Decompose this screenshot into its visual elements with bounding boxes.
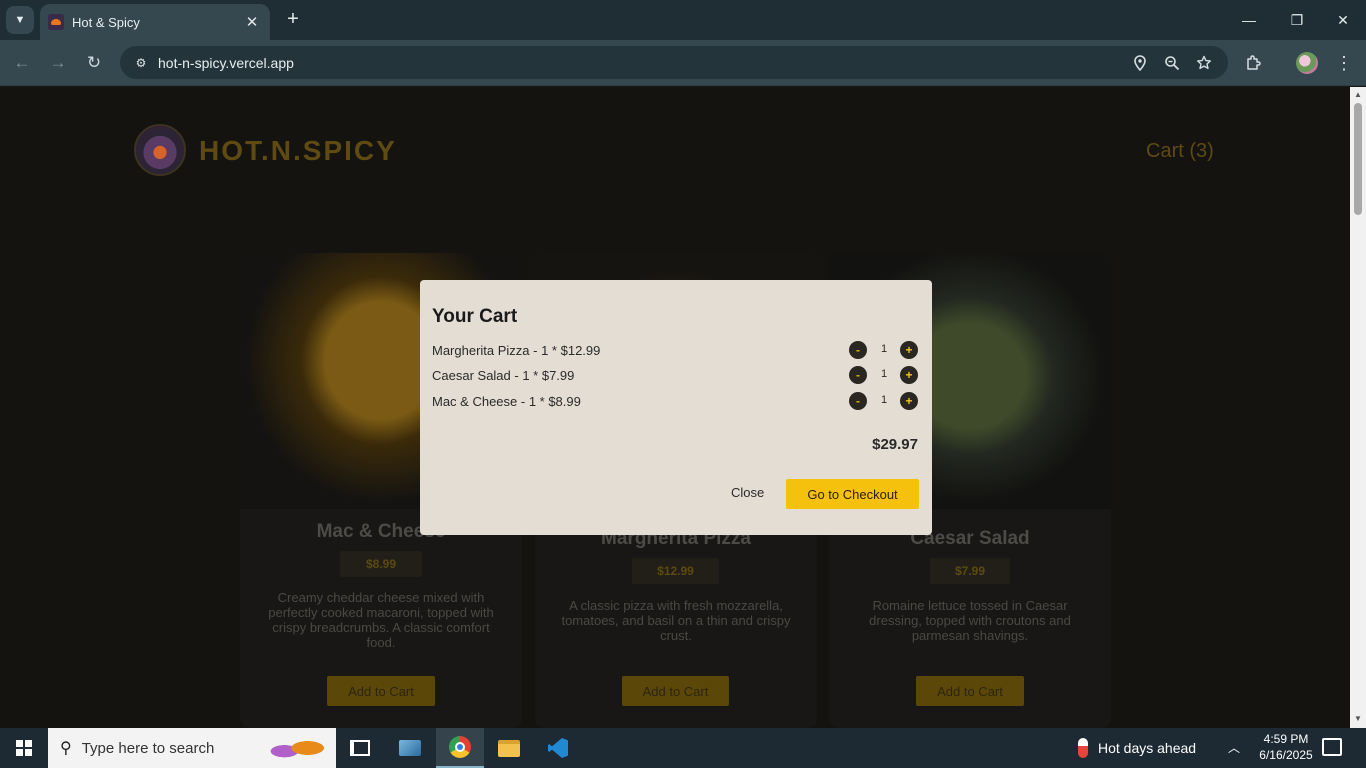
weather-text: Hot days ahead xyxy=(1098,740,1197,756)
decrease-quantity-button[interactable]: - xyxy=(849,366,867,384)
browser-menu-icon[interactable]: ⋮ xyxy=(1333,52,1355,74)
chrome-icon xyxy=(449,736,471,758)
scroll-up-arrow-icon[interactable]: ▲ xyxy=(1354,91,1362,99)
extensions-puzzle-icon[interactable] xyxy=(1243,52,1265,74)
increase-quantity-button[interactable]: + xyxy=(900,341,918,359)
taskbar-search-box[interactable]: ⚲ Type here to search xyxy=(48,728,336,768)
checkout-button[interactable]: Go to Checkout xyxy=(786,479,919,509)
quantity-value: 1 xyxy=(880,343,888,355)
increase-quantity-button[interactable]: + xyxy=(900,392,918,410)
taskbar-app-file-explorer[interactable] xyxy=(485,728,533,768)
search-icon: ⚲ xyxy=(60,740,72,757)
increase-quantity-button[interactable]: + xyxy=(900,366,918,384)
price-badge: $12.99 xyxy=(632,558,719,584)
bookmark-star-icon[interactable] xyxy=(1194,53,1214,73)
add-to-cart-button[interactable]: Add to Cart xyxy=(916,676,1024,706)
address-bar[interactable]: ⚙ hot-n-spicy.vercel.app xyxy=(120,46,1228,79)
zoom-icon[interactable] xyxy=(1162,53,1182,73)
new-tab-button[interactable]: + xyxy=(282,8,304,30)
notification-icon[interactable] xyxy=(1322,738,1342,756)
taskbar-app-chrome[interactable] xyxy=(436,728,484,768)
minimize-button[interactable]: — xyxy=(1226,6,1272,34)
tab-close-icon[interactable]: ✕ xyxy=(244,13,260,31)
site-favicon-icon xyxy=(48,14,64,30)
decrease-quantity-button[interactable]: - xyxy=(849,341,867,359)
taskbar-app-vscode[interactable] xyxy=(534,728,582,768)
modal-title: Your Cart xyxy=(432,306,518,327)
window-close-button[interactable]: ✕ xyxy=(1320,6,1366,34)
profile-avatar[interactable] xyxy=(1296,52,1318,74)
cart-item-row: Mac & Cheese - 1 * $8.99 - 1 + xyxy=(432,392,920,412)
add-to-cart-button[interactable]: Add to Cart xyxy=(327,676,435,706)
card-description: Creamy cheddar cheese mixed with perfect… xyxy=(268,590,494,650)
browser-tab[interactable]: Hot & Spicy ✕ xyxy=(40,4,270,40)
tray-chevron-up-icon[interactable]: ︿ xyxy=(1228,739,1240,756)
back-arrow-icon[interactable]: ← xyxy=(9,50,35,76)
brand-name[interactable]: HOT.N.SPICY xyxy=(199,135,397,167)
weather-widget[interactable]: Hot days ahead xyxy=(1078,728,1196,768)
quantity-value: 1 xyxy=(880,368,888,380)
thermometer-icon xyxy=(1078,738,1088,758)
cart-item-text: Margherita Pizza - 1 * $12.99 xyxy=(432,343,601,358)
close-button[interactable]: Close xyxy=(731,485,764,500)
cart-item-row: Margherita Pizza - 1 * $12.99 - 1 + xyxy=(432,341,920,361)
butterfly-highlight-icon xyxy=(270,732,328,764)
clock-date: 6/16/2025 xyxy=(1259,748,1313,762)
file-explorer-icon xyxy=(498,739,520,757)
cart-item-text: Mac & Cheese - 1 * $8.99 xyxy=(432,394,581,409)
page-scrollbar[interactable]: ▲ ▼ xyxy=(1350,87,1366,728)
site-info-icon[interactable]: ⚙ xyxy=(132,54,150,72)
card-description: A classic pizza with fresh mozzarella, t… xyxy=(561,598,791,643)
tab-title: Hot & Spicy xyxy=(72,14,140,30)
scrollbar-thumb[interactable] xyxy=(1354,103,1362,215)
cart-item-row: Caesar Salad - 1 * $7.99 - 1 + xyxy=(432,366,920,386)
cart-link[interactable]: Cart (3) xyxy=(1146,140,1214,163)
url-text[interactable]: hot-n-spicy.vercel.app xyxy=(158,55,294,71)
card-description: Romaine lettuce tossed in Caesar dressin… xyxy=(869,598,1071,643)
cart-total: $29.97 xyxy=(872,436,918,453)
cart-item-text: Caesar Salad - 1 * $7.99 xyxy=(432,368,575,383)
taskbar-app-desktop[interactable] xyxy=(386,728,434,768)
restore-button[interactable]: ❐ xyxy=(1274,6,1320,34)
location-pin-icon[interactable] xyxy=(1130,53,1150,73)
page-content: HOT.N.SPICY Cart (3) Mac & Cheese $8.99 … xyxy=(0,87,1350,728)
price-badge: $8.99 xyxy=(340,551,422,577)
windows-taskbar: ⚲ Type here to search Hot days ahead ︿ 4… xyxy=(0,728,1366,768)
add-to-cart-button[interactable]: Add to Cart xyxy=(622,676,729,706)
browser-tab-bar: ▼ Hot & Spicy ✕ + — ❐ ✕ xyxy=(0,0,1366,40)
scroll-down-arrow-icon[interactable]: ▼ xyxy=(1354,715,1362,723)
browser-toolbar: ← → ↻ ⚙ hot-n-spicy.vercel.app ⋮ xyxy=(0,40,1366,86)
reload-icon[interactable]: ↻ xyxy=(81,50,107,76)
windows-logo-icon xyxy=(16,740,32,756)
task-view-icon xyxy=(350,740,370,756)
tab-search-chevron-icon[interactable]: ▼ xyxy=(6,6,34,34)
task-view-button[interactable] xyxy=(336,728,384,768)
taskbar-clock[interactable]: 4:59 PM 6/16/2025 xyxy=(1254,731,1318,763)
decrease-quantity-button[interactable]: - xyxy=(849,392,867,410)
price-badge: $7.99 xyxy=(930,558,1010,584)
site-logo[interactable] xyxy=(134,124,186,176)
search-placeholder[interactable]: Type here to search xyxy=(82,740,215,757)
cart-modal: Your Cart Margherita Pizza - 1 * $12.99 … xyxy=(420,280,932,535)
forward-arrow-icon[interactable]: → xyxy=(45,50,71,76)
quantity-value: 1 xyxy=(880,394,888,406)
clock-time: 4:59 PM xyxy=(1263,732,1309,746)
desktop-app-icon xyxy=(399,740,421,756)
vscode-icon xyxy=(548,738,568,758)
start-button[interactable] xyxy=(0,728,48,768)
